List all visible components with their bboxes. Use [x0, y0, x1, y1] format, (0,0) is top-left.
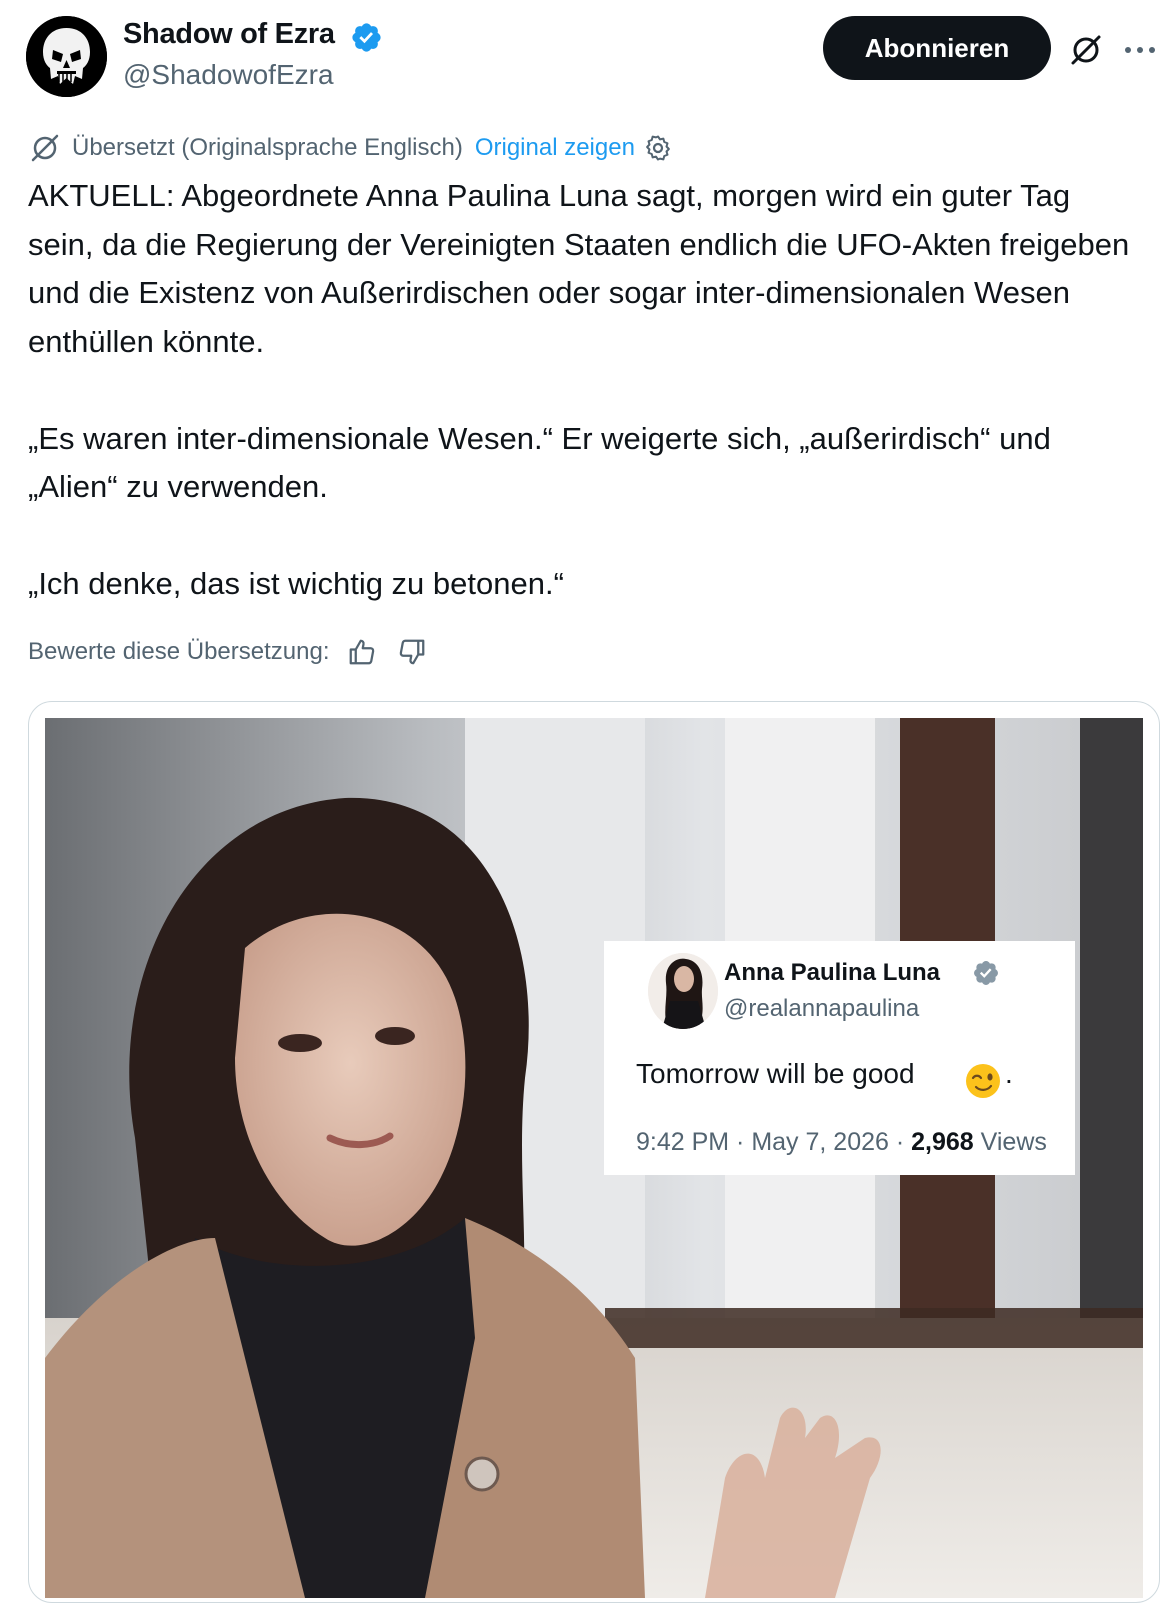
thumbs-up-icon[interactable] — [344, 634, 380, 670]
translate-icon — [31, 134, 59, 162]
translation-notice: Übersetzt (Originalsprache Englisch) Ori… — [28, 130, 673, 166]
skull-logo-icon — [26, 16, 107, 97]
embedded-tweet-text: Tomorrow will be good — [636, 1058, 915, 1089]
embedded-author-avatar — [648, 953, 718, 1029]
tweet-paragraph: „Es waren inter-dimensionale Wesen.“ Er … — [28, 420, 1051, 505]
verified-badge-icon — [352, 23, 381, 52]
embedded-tweet-meta: 9:42 PM · May 7, 2026 · 2,968 Views — [636, 1128, 1047, 1157]
translation-notice-text: Übersetzt (Originalsprache Englisch) — [72, 134, 463, 161]
author-avatar[interactable] — [26, 16, 107, 97]
tweet-paragraph: „Ich denke, das ist wichtig zu betonen.“ — [28, 566, 564, 601]
show-original-link[interactable]: Original zeigen — [475, 134, 635, 162]
author-handle[interactable]: @ShadowofEzra — [123, 59, 334, 91]
rate-translation-label: Bewerte diese Übersetzung: — [28, 638, 330, 665]
subscribe-button[interactable]: Abonnieren — [823, 16, 1051, 80]
thumbs-down-icon[interactable] — [394, 634, 430, 670]
embedded-tweet-views-count: 2,968 — [911, 1128, 974, 1156]
author-display-name[interactable]: Shadow of Ezra — [123, 18, 335, 51]
tweet-text: AKTUELL: Abgeordnete Anna Paulina Luna s… — [28, 172, 1138, 609]
embedded-author-handle: @realannapaulina — [724, 995, 920, 1022]
embedded-verified-badge-icon — [974, 961, 998, 985]
embedded-author-name: Anna Paulina Luna — [724, 959, 941, 986]
embedded-tweet-punctuation: . — [1005, 1058, 1013, 1089]
grok-icon[interactable] — [1066, 30, 1106, 70]
embedded-tweet-time: 9:42 PM · May 7, 2026 · — [636, 1128, 912, 1156]
winking-face-emoji — [966, 1064, 1000, 1098]
embedded-tweet-views-label: Views — [973, 1128, 1047, 1156]
gear-icon[interactable] — [643, 133, 673, 163]
rate-translation: Bewerte diese Übersetzung: — [28, 632, 430, 672]
embedded-tweet-card: Anna Paulina Luna @realannapaulina Tomor… — [604, 941, 1075, 1175]
more-icon[interactable] — [1120, 30, 1160, 70]
tweet-paragraph: AKTUELL: Abgeordnete Anna Paulina Luna s… — [28, 178, 1130, 359]
